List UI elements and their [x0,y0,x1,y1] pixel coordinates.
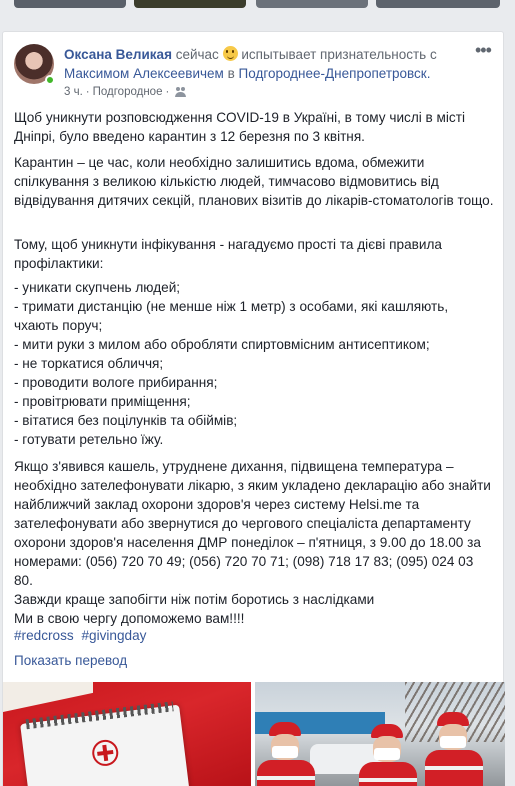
feeling-text: испытывает признательность с [241,47,437,62]
spiral-binding [25,701,174,730]
list-item: - готувати ретельно їжу. [14,432,164,447]
list-item: - не торкатися обличчя; [14,356,164,371]
rules-list: - уникати скупчень людей; - тримати дист… [14,278,494,449]
online-status-dot [45,75,55,85]
author-name[interactable]: Оксана Великая [64,47,172,62]
hashtag-link[interactable]: #givingday [81,628,146,643]
location-prefix: в [227,66,235,81]
volunteer-figure [257,722,315,786]
photo-thumbnail[interactable] [376,0,500,8]
post-paragraph: Завжди краще запобігти ніж потім боротис… [14,592,375,607]
meta-separator: · [85,86,90,98]
list-item: - тримати дистанцію (не менше ніж 1 метр… [14,299,449,333]
list-item: - уникати скупчень людей; [14,280,181,295]
photo-thumbnail[interactable] [134,0,246,8]
hashtags: #redcross #givingday [14,626,494,645]
show-translation-link[interactable]: Показать перевод [14,653,127,668]
post-paragraph: Карантин – це час, коли необхідно залиши… [14,155,494,208]
photo-thumbnail[interactable] [256,0,368,8]
post-card: Оксана Великая сейчас испытывает признат… [2,31,505,786]
volunteer-figure [425,712,483,786]
photo-thumbnail[interactable] [14,0,126,8]
friends-audience-icon[interactable] [175,87,188,97]
time-inline: сейчас [175,47,219,62]
post-paragraph: Щоб уникнути розповсюдження COVID-19 в У… [14,110,465,144]
tagged-person-link[interactable]: Максимом Алексеевичем [64,66,224,81]
post-paragraph: Тому, щоб уникнути інфікування - нагадує… [14,237,442,271]
notepad-image [20,701,190,786]
list-item: - вітатися без поцілунків та обіймів; [14,413,238,428]
post-photo-volunteers[interactable] [255,682,505,786]
list-item: - провітрювати приміщення; [14,394,191,409]
red-cross-logo-icon [90,738,120,768]
list-item: - проводити вологе прибирання; [14,375,218,390]
flag-shape [3,682,93,712]
hashtag-link[interactable]: #redcross [14,628,74,643]
post-photo-notepad[interactable] [3,682,251,786]
more-options-icon[interactable]: ••• [475,41,492,59]
post-meta: 3 ч. · Подгородное · [64,86,188,98]
list-item: - мити руки з милом або обробляти спирто… [14,337,430,352]
closing-block: Якщо з'явився кашель, утруднене дихання,… [14,457,494,628]
meta-separator: · [165,86,170,98]
timestamp[interactable]: 3 ч. [64,86,83,98]
location-link[interactable]: Подгороднее-Днепропетровск. [239,66,431,81]
volunteer-figure [359,724,417,786]
post-paragraph: Якщо з'явився кашель, утруднене дихання,… [14,459,491,588]
previous-post-photo-strip [0,0,515,22]
post-header: Оксана Великая сейчас испытывает признат… [64,45,469,83]
grateful-emoji-icon [222,46,238,61]
place-link[interactable]: Подгородное [93,86,163,98]
